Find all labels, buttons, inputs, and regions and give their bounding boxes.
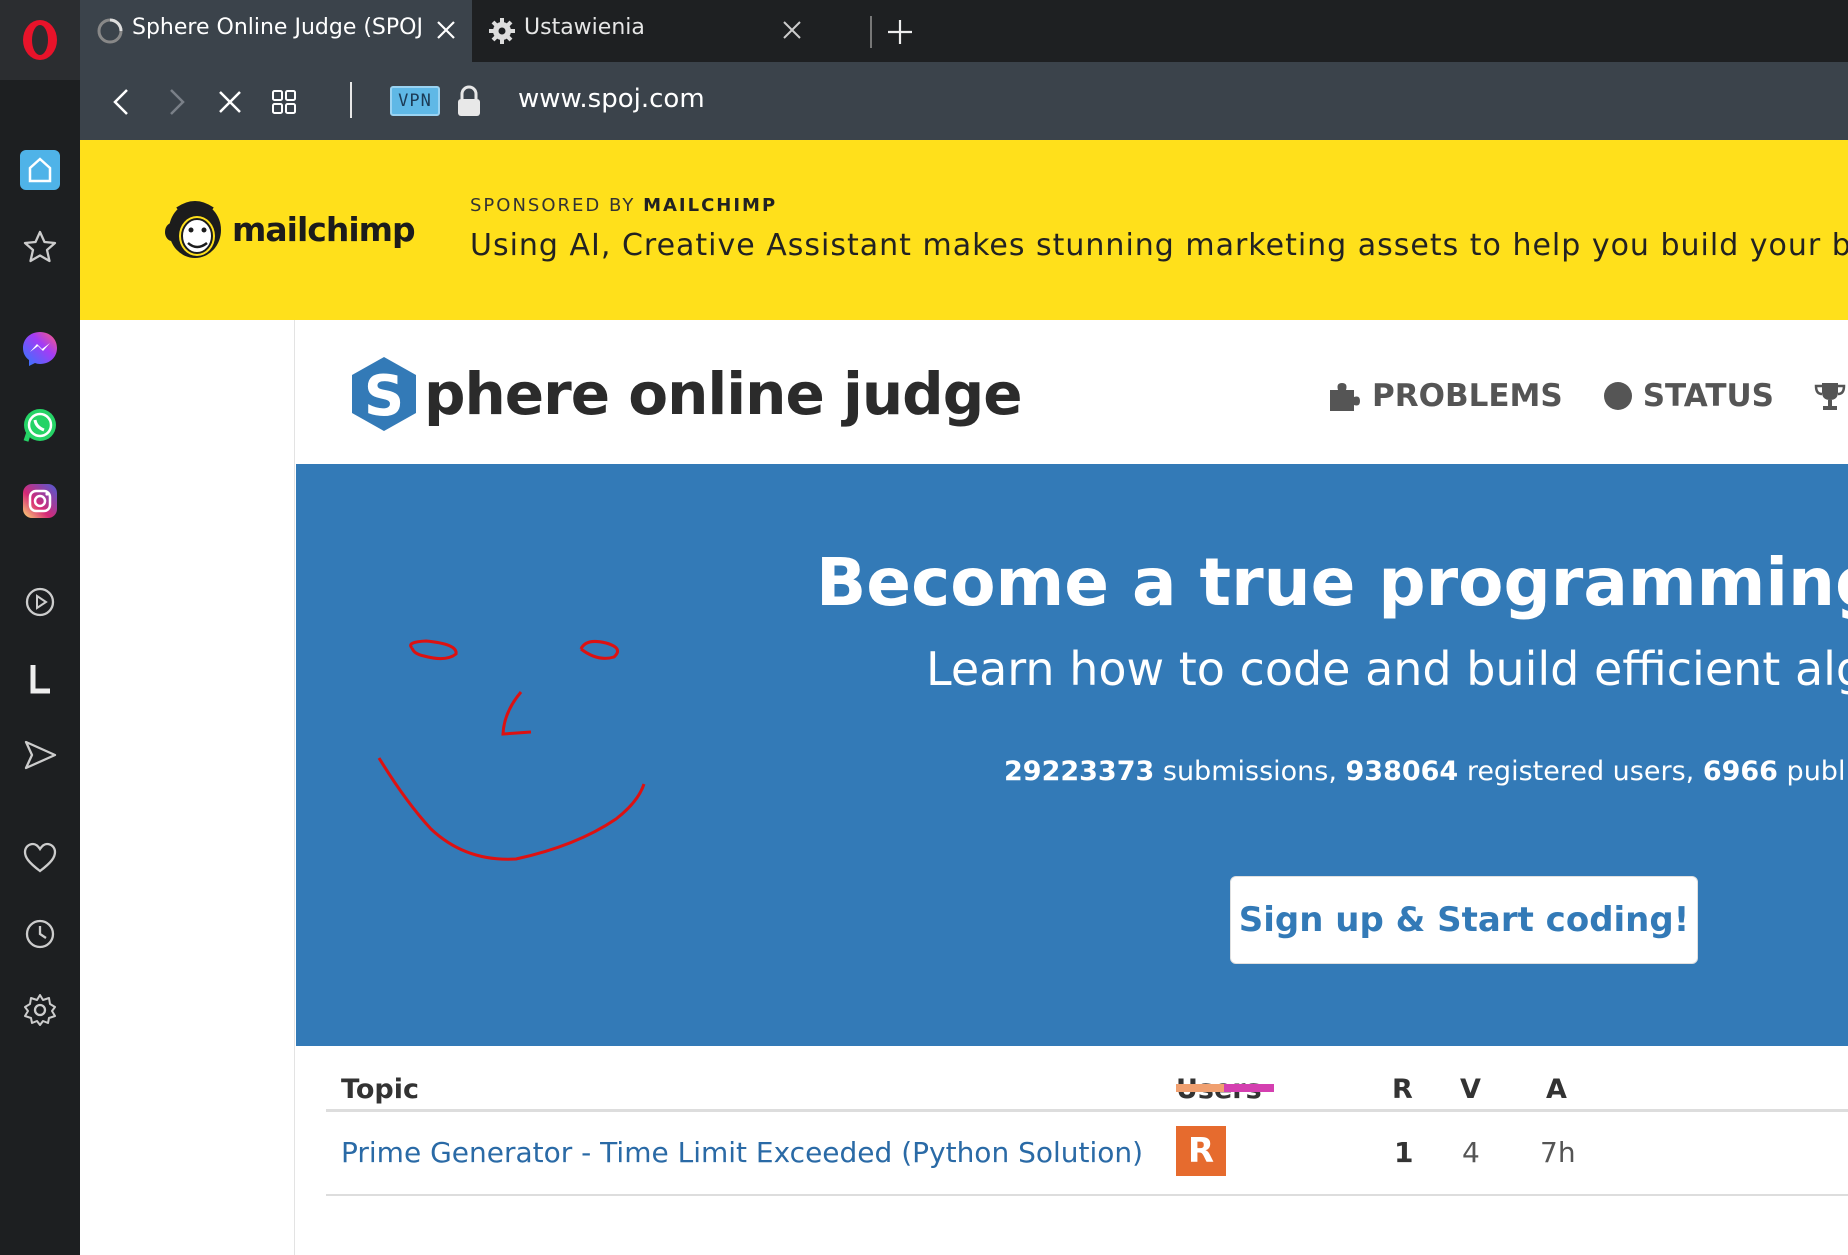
stop-loading-icon[interactable] [208, 80, 252, 124]
avatar[interactable] [1176, 1084, 1226, 1092]
signup-button[interactable]: Sign up & Start coding! [1230, 876, 1698, 964]
forum-table: Topic Users R V A Prime Generator - Time… [326, 1068, 1848, 1196]
tabs-grid-icon[interactable] [262, 80, 306, 124]
nav-problems[interactable]: PROBLEMS [1326, 378, 1563, 414]
address-toolbar: VPN www.spoj.com [80, 62, 1848, 140]
messenger-icon[interactable] [18, 326, 62, 370]
col-replies: R [1392, 1074, 1413, 1105]
sponsored-prefix: SPONSORED BY [470, 195, 636, 216]
lock-icon[interactable] [454, 84, 484, 118]
spoj-logo[interactable]: S phere online judge [348, 357, 1023, 431]
tab-settings[interactable]: Ustawienia [472, 0, 862, 62]
loading-icon [97, 18, 123, 44]
url-field[interactable]: www.spoj.com [518, 84, 705, 114]
tab-spoj[interactable]: Sphere Online Judge (SPOJ) [80, 0, 472, 62]
topic-link[interactable]: Prime Generator - Time Limit Exceeded (P… [341, 1136, 1143, 1169]
avatar[interactable] [1224, 1084, 1274, 1092]
hero-stats: 29223373 submissions, 938064 registered … [1004, 756, 1848, 787]
views-count: 4 [1462, 1136, 1480, 1169]
puzzle-icon [1330, 383, 1360, 411]
clock-icon[interactable] [18, 912, 62, 956]
ad-text[interactable]: Using AI, Creative Assistant makes stunn… [470, 228, 1848, 263]
tab-separator [870, 16, 872, 48]
instagram-icon[interactable] [18, 479, 62, 523]
status-circle-icon [1603, 382, 1632, 410]
stat-problems: 6966 [1702, 756, 1778, 787]
home-icon[interactable] [18, 148, 62, 192]
mailchimp-wordmark: mailchimp [232, 209, 416, 249]
gear-icon [489, 18, 515, 44]
main-nav: PROBLEMS STATUS R [1326, 378, 1848, 414]
stat-submissions: 29223373 [1004, 756, 1155, 787]
trophy-icon [1814, 383, 1846, 410]
activity-time: 7h [1540, 1136, 1576, 1169]
avatar[interactable]: R [1176, 1126, 1226, 1176]
stat-users-label: registered users, [1458, 756, 1703, 787]
col-topic: Topic [341, 1074, 419, 1105]
gear-icon[interactable] [18, 988, 62, 1032]
stat-users: 938064 [1345, 756, 1459, 787]
whatsapp-icon[interactable] [18, 403, 62, 447]
forward-icon[interactable] [154, 80, 198, 124]
logo-letter: S [364, 364, 404, 429]
mailchimp-logo: mailchimp [164, 192, 424, 266]
smiley-scribble [377, 639, 646, 861]
heart-icon[interactable] [18, 836, 62, 880]
opera-logo-icon[interactable] [0, 0, 80, 80]
new-tab-icon[interactable] [880, 12, 920, 52]
hero-banner: Become a true programming Learn how to c… [296, 464, 1848, 1046]
sponsored-label: SPONSORED BY MAILCHIMP [470, 195, 777, 216]
back-icon[interactable] [100, 80, 144, 124]
toolbar-divider [350, 82, 352, 118]
tab-title: Sphere Online Judge (SPOJ) [132, 15, 422, 40]
spoj-wordmark: phere online judge [424, 360, 1023, 428]
table-row: Prime Generator - Time Limit Exceeded (P… [326, 1112, 1848, 1196]
tab-title: Ustawienia [524, 15, 645, 40]
col-views: V [1460, 1074, 1481, 1105]
col-activity: A [1546, 1074, 1567, 1105]
send-icon[interactable] [18, 733, 62, 777]
forum-header-row: Topic Users R V A [326, 1068, 1848, 1112]
star-icon[interactable] [18, 225, 62, 269]
vpn-badge[interactable]: VPN [390, 86, 440, 116]
stat-problems-label: public pro [1786, 756, 1848, 787]
stat-submissions-label: submissions, [1154, 756, 1346, 787]
browser-sidebar [0, 0, 80, 1255]
replies-count: 1 [1394, 1136, 1414, 1169]
nav-status-label: STATUS [1642, 378, 1774, 414]
nav-status[interactable]: STATUS [1603, 378, 1774, 414]
sponsor-banner[interactable]: mailchimp SPONSORED BY MAILCHIMP Using A… [80, 140, 1848, 320]
tab-strip: Sphere Online Judge (SPOJ) Ustawienia [80, 0, 1848, 62]
nav-ranks[interactable]: R [1814, 378, 1848, 414]
hero-subtitle: Learn how to code and build efficient al… [926, 642, 1848, 696]
nav-problems-label: PROBLEMS [1372, 378, 1563, 414]
close-tab-icon[interactable] [430, 14, 462, 46]
spoj-hexagon-icon: S [352, 357, 416, 431]
site-header: S phere online judge PROBLEMS STATUS R [296, 320, 1848, 464]
l-icon[interactable] [18, 657, 62, 701]
hero-title: Become a true programming [816, 544, 1848, 621]
freddie-icon [165, 201, 221, 258]
page-content: mailchimp SPONSORED BY MAILCHIMP Using A… [80, 140, 1848, 1255]
sponsor-name: MAILCHIMP [643, 195, 778, 216]
player-icon[interactable] [18, 580, 62, 624]
close-tab-icon[interactable] [776, 14, 808, 46]
left-gutter [80, 320, 295, 1255]
